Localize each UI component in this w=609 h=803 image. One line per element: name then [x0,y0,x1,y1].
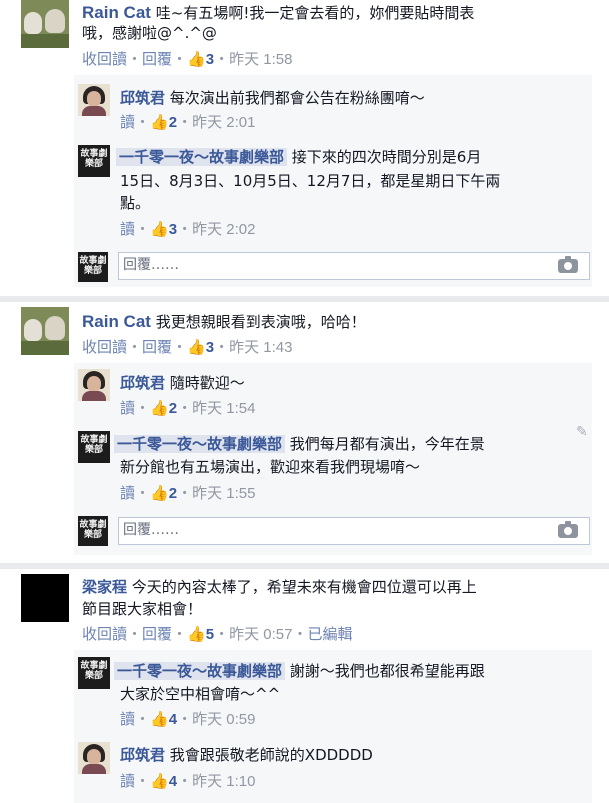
thumbs-up-icon[interactable]: 👍 [150,112,169,133]
reply-meta: 讀・👍2・昨天 1:54 [120,398,256,419]
reply-text: 接下來的四次時間分別是6月 [291,148,482,166]
comment-meta: 收回讀・回覆・👍3・昨天 1:43 [82,337,293,358]
timestamp[interactable]: 昨天 1:54 [192,400,255,417]
like-count[interactable]: 3 [169,221,177,238]
comment-line: 梁家程 今天的內容太棒了，希望未來有機會四位還可以再上 [82,577,477,598]
comment-text: 哇~有五場啊!我一定會去看的，妳們要貼時間表 [155,4,475,22]
reply-box[interactable] [118,517,590,545]
reply-line: 邱筑君 我會跟張敬老師說的XDDDDD [120,745,373,766]
reply-line: 邱筑君 隨時歡迎～ [120,373,245,394]
timestamp[interactable]: 昨天 1:10 [192,773,255,790]
comment-text: 我更想親眼看到表演哦，哈哈！ [155,313,366,331]
thumbs-up-icon[interactable]: 👍 [150,219,169,240]
reply-box[interactable] [118,252,590,280]
comment-text: 哦，感謝啦@^.^@ [82,24,217,42]
pencil-icon[interactable]: ✎ [576,424,588,440]
like-count[interactable]: 3 [206,339,214,356]
avatar-rain-cat[interactable] [21,0,69,48]
avatar-qiu[interactable] [78,369,110,401]
reply-meta: 讀・👍3・昨天 2:02 [120,219,256,240]
avatar-qiu[interactable] [78,84,110,116]
reply-text: 15日、8月3日、10月5日、12月7日，都是星期日下午兩 [120,172,501,190]
reply-line: 一千零一夜～故事劇樂部 謝謝～我們也都很希望能再跟 [114,661,485,682]
read-receipt: 收回讀 [82,338,128,356]
author-name[interactable]: 梁家程 [82,578,127,596]
comment-line: Rain Cat 哇~有五場啊!我一定會去看的，妳們要貼時間表 [82,2,474,24]
reply-meta: 讀・👍2・昨天 1:55 [120,483,256,504]
reply-text: 我會跟張敬老師說的XDDDDD [169,746,373,764]
avatar-page-logo: 故事劇樂部 [78,516,108,546]
timestamp[interactable]: 昨天 2:01 [192,114,255,131]
reply-link[interactable]: 回覆 [142,338,172,356]
reply-line: 一千零一夜～故事劇樂部 我們每月都有演出，今年在景 [114,434,485,455]
avatar-page-logo[interactable]: 故事劇樂部 [78,657,110,689]
comment-text: 節目跟大家相會！ [82,600,203,618]
avatar-rain-cat[interactable] [21,307,69,355]
reply-text: 我們每月都有演出，今年在景 [289,435,485,453]
reply-text: 每次演出前我們都會公告在粉絲團唷～ [169,89,425,107]
reply-link[interactable]: 回覆 [142,50,172,68]
like-count[interactable]: 5 [206,626,214,643]
reply-input[interactable] [123,257,523,273]
like-count[interactable]: 2 [169,485,177,502]
timestamp[interactable]: 昨天 0:59 [192,711,255,728]
thumbs-up-icon[interactable]: 👍 [150,398,169,419]
thumbs-up-icon[interactable]: 👍 [187,49,206,70]
reply-line: 一千零一夜～故事劇樂部 接下來的四次時間分別是6月 [116,147,481,168]
like-count[interactable]: 2 [169,400,177,417]
read-receipt: 收回讀 [82,50,128,68]
author-name[interactable]: 一千零一夜～故事劇樂部 [114,435,286,453]
like-count[interactable]: 2 [169,114,177,131]
like-count[interactable]: 3 [206,51,214,68]
reply-meta: 讀・👍4・昨天 0:59 [120,709,256,730]
thread-separator [0,296,609,302]
thumbs-up-icon[interactable]: 👍 [150,483,169,504]
timestamp[interactable]: 昨天 0:57 [229,626,292,643]
reply-text: 新分館也有五場演出，歡迎來看我們現場唷～ [120,458,421,476]
author-name[interactable]: 邱筑君 [120,89,165,107]
reply-text: 點。 [120,194,151,212]
author-name[interactable]: 邱筑君 [120,374,165,392]
reply-text: 隨時歡迎～ [169,374,245,392]
reply-input[interactable] [123,522,523,538]
comment-meta: 收回讀・回覆・👍5・昨天 0:57・已編輯 [82,624,353,645]
reply-text: 謝謝～我們也都很希望能再跟 [289,662,485,680]
reply-meta: 讀・👍4・昨天 1:10 [120,771,256,792]
like-count[interactable]: 4 [169,773,177,790]
timestamp[interactable]: 昨天 1:58 [229,51,292,68]
comment-meta: 收回讀・回覆・👍3・昨天 1:58 [82,49,293,70]
avatar-qiu[interactable] [78,742,110,774]
thread-separator [0,563,609,569]
camera-icon[interactable] [558,256,578,273]
thumbs-up-icon[interactable]: 👍 [150,771,169,792]
thumbs-up-icon[interactable]: 👍 [187,624,206,645]
like-count[interactable]: 4 [169,711,177,728]
edited-label[interactable]: 已編輯 [308,625,353,643]
avatar-page-logo[interactable]: 故事劇樂部 [78,145,110,177]
reply-text: 大家於空中相會唷～^^ [120,685,281,703]
read-receipt: 收回讀 [82,625,128,643]
author-name[interactable]: 一千零一夜～故事劇樂部 [116,148,288,166]
author-name[interactable]: 邱筑君 [120,746,165,764]
avatar-page-logo[interactable]: 故事劇樂部 [78,431,110,463]
avatar-page-logo: 故事劇樂部 [78,252,108,282]
comment-text: 今天的內容太棒了，希望未來有機會四位還可以再上 [131,578,477,596]
camera-icon[interactable] [558,521,578,538]
avatar-liang[interactable] [21,574,69,622]
author-name[interactable]: Rain Cat [82,312,151,331]
timestamp[interactable]: 昨天 2:02 [192,221,255,238]
author-name[interactable]: Rain Cat [82,3,151,22]
author-name[interactable]: 一千零一夜～故事劇樂部 [114,662,286,680]
reply-link[interactable]: 回覆 [142,625,172,643]
comment-line: Rain Cat 我更想親眼看到表演哦，哈哈！ [82,311,366,333]
thumbs-up-icon[interactable]: 👍 [150,709,169,730]
reply-line: 邱筑君 每次演出前我們都會公告在粉絲團唷～ [120,88,425,109]
timestamp[interactable]: 昨天 1:55 [192,485,255,502]
reply-meta: 讀・👍2・昨天 2:01 [120,112,256,133]
timestamp[interactable]: 昨天 1:43 [229,339,292,356]
thumbs-up-icon[interactable]: 👍 [187,337,206,358]
